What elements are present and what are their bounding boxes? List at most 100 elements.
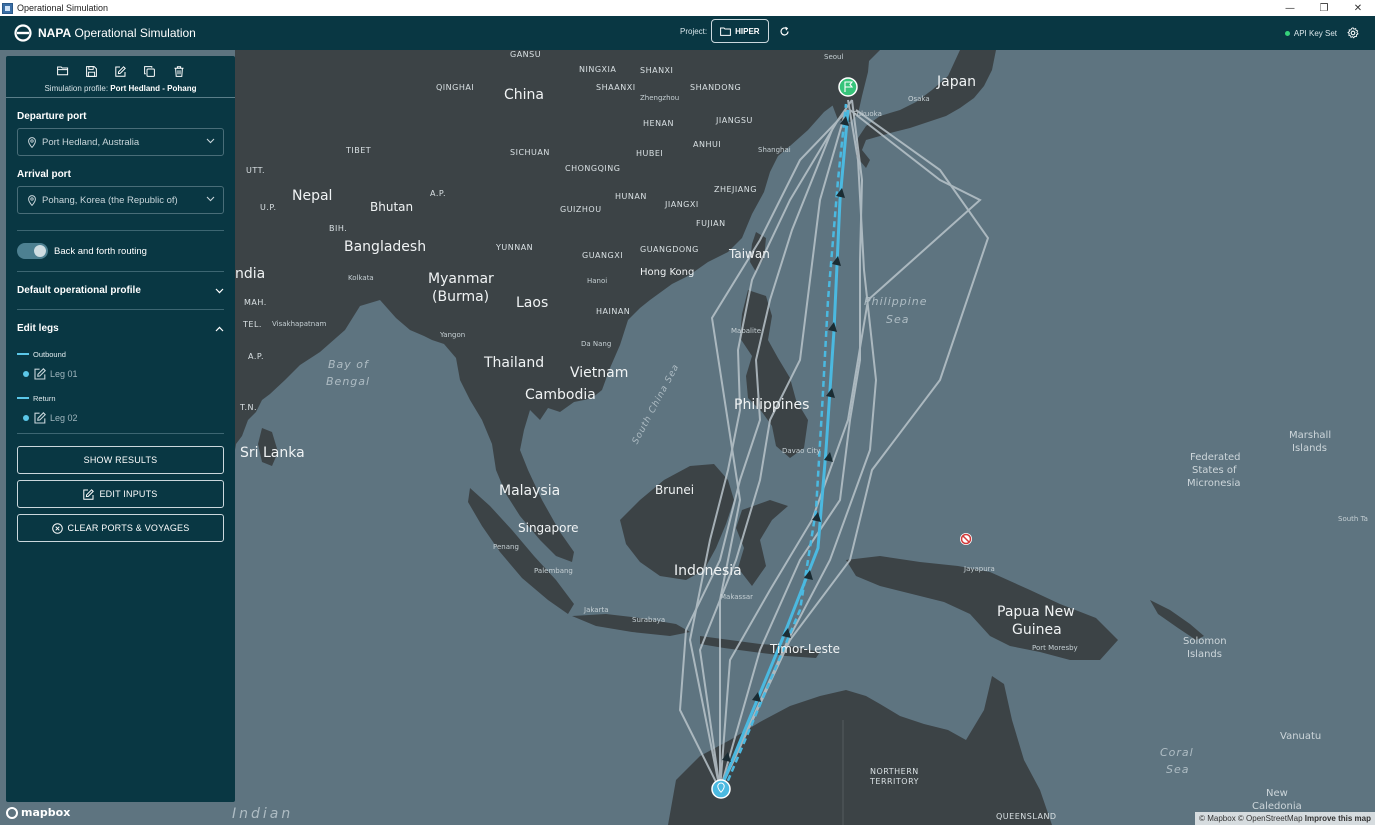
project-button[interactable]: HIPER — [711, 19, 769, 43]
trash-icon[interactable] — [171, 64, 186, 78]
label-new-caledonia-2: Caledonia — [1252, 801, 1302, 812]
napa-logo-icon — [14, 24, 32, 42]
label-anhui: ANHUI — [693, 140, 722, 149]
return-label: Return — [33, 393, 56, 403]
attribution-text[interactable]: © Mapbox © OpenStreetMap — [1199, 814, 1305, 823]
label-davao: Davao City — [782, 447, 821, 455]
label-northern-territory-1: NORTHERN — [870, 767, 919, 776]
label-kolkata: Kolkata — [348, 274, 374, 282]
edit-icon[interactable] — [34, 412, 46, 424]
edit-inputs-label: EDIT INPUTS — [99, 489, 158, 499]
label-fukuoka: Fukuoka — [853, 110, 882, 118]
simulation-profile: Simulation profile: Port Hedland - Pohan… — [6, 84, 235, 97]
label-guangxi: GUANGXI — [582, 251, 624, 260]
label-shaanxi: SHAANXI — [596, 83, 636, 92]
brand-rest: Operational Simulation — [71, 26, 196, 40]
label-bih: BIH. — [329, 224, 348, 233]
label-japan: Japan — [937, 74, 977, 90]
label-guangdong: GUANGDONG — [640, 245, 699, 254]
divider — [6, 97, 235, 98]
label-up: U.P. — [260, 203, 277, 212]
return-legend: Return — [17, 391, 224, 405]
leg-color-dot — [23, 415, 29, 421]
label-guizhou: GUIZHOU — [560, 205, 602, 214]
edit-icon — [83, 488, 95, 500]
maximize-button[interactable]: ❐ — [1307, 0, 1341, 16]
project-value: HIPER — [735, 26, 760, 36]
restricted-area-marker[interactable] — [960, 533, 972, 545]
label-timor-leste: Timor-Leste — [770, 642, 841, 656]
label-coral-sea-2: Sea — [1166, 763, 1190, 776]
label-shanghai: Shanghai — [758, 146, 791, 154]
clear-ports-label: CLEAR PORTS & VOYAGES — [67, 523, 190, 533]
edit-inputs-button[interactable]: EDIT INPUTS — [17, 480, 224, 508]
settings-gear-icon[interactable] — [1347, 27, 1359, 39]
label-coral-sea-1: Coral — [1160, 746, 1194, 759]
minimize-button[interactable]: — — [1273, 0, 1307, 16]
label-sri-lanka: Sri Lanka — [240, 445, 305, 461]
label-new-caledonia-1: New — [1266, 788, 1288, 799]
label-palembang: Palembang — [534, 567, 573, 575]
departure-port-select[interactable]: Port Hedland, Australia — [17, 128, 224, 156]
departure-port-marker[interactable] — [711, 779, 731, 799]
arrival-port-label: Arrival port — [17, 169, 71, 180]
label-jiangsu: JIANGSU — [716, 116, 753, 125]
outbound-label: Outbound — [33, 349, 66, 359]
label-qinghai: QINGHAI — [436, 83, 475, 92]
label-tn: T.N. — [240, 403, 258, 412]
label-china: China — [504, 87, 544, 103]
label-northern-territory-2: TERRITORY — [870, 777, 920, 786]
label-zhengzhou: Zhengzhou — [640, 94, 680, 102]
label-taiwan: Taiwan — [729, 247, 770, 261]
back-and-forth-toggle[interactable] — [17, 243, 48, 259]
label-hunan: HUNAN — [615, 192, 647, 201]
label-jayapura: Jayapura — [964, 565, 995, 573]
simulation-sidebar: Simulation profile: Port Hedland - Pohan… — [6, 56, 235, 802]
label-malaysia: Malaysia — [499, 483, 561, 499]
window-title-bar: Operational Simulation — ❐ ✕ — [0, 0, 1375, 17]
label-hubei: HUBEI — [636, 149, 664, 158]
close-button[interactable]: ✕ — [1341, 0, 1375, 16]
label-gansu: GANSU — [510, 50, 542, 59]
refresh-icon[interactable] — [779, 26, 790, 37]
label-marshall-2: Islands — [1292, 443, 1327, 454]
label-laos: Laos — [516, 295, 549, 311]
arrival-port-marker[interactable] — [838, 77, 858, 97]
label-seoul: Seoul — [824, 53, 844, 61]
window-title: Operational Simulation — [17, 3, 109, 13]
arrival-port-select[interactable]: Pohang, Korea (the Republic of) — [17, 186, 224, 214]
copy-icon[interactable] — [142, 64, 157, 78]
location-pin-icon — [28, 136, 36, 148]
label-indonesia: Indonesia — [674, 563, 742, 579]
close-circle-icon — [51, 522, 63, 534]
label-jakarta: Jakarta — [584, 606, 609, 614]
folder-open-icon[interactable] — [55, 64, 70, 78]
label-hainan: HAINAN — [596, 307, 631, 316]
edit-legs-section[interactable]: Edit legs — [17, 310, 224, 347]
label-india: ndia — [235, 266, 266, 282]
arrival-port-value: Pohang, Korea (the Republic of) — [42, 194, 178, 206]
label-hong-kong: Hong Kong — [640, 267, 695, 278]
back-and-forth-label: Back and forth routing — [54, 245, 147, 257]
show-results-button[interactable]: SHOW RESULTS — [17, 446, 224, 474]
mapbox-logo[interactable]: mapbox — [6, 806, 70, 819]
label-bay-of-bengal-2: Bengal — [326, 375, 371, 388]
leg-02-row[interactable]: Leg 02 — [23, 407, 224, 429]
label-png-1: Papua New — [997, 604, 1075, 620]
label-surabaya: Surabaya — [632, 616, 666, 624]
improve-map-link[interactable]: Improve this map — [1305, 814, 1371, 823]
leg-01-row[interactable]: Leg 01 — [23, 363, 224, 385]
default-profile-section[interactable]: Default operational profile — [17, 272, 224, 309]
edit-icon[interactable] — [113, 64, 128, 78]
label-ap-2: A.P. — [248, 352, 264, 361]
outbound-legend: Outbound — [17, 347, 224, 361]
mapbox-logo-text: mapbox — [21, 806, 71, 819]
label-indian-ocean: Indian — [232, 806, 294, 822]
edit-icon[interactable] — [34, 368, 46, 380]
label-port-moresby: Port Moresby — [1032, 644, 1078, 652]
label-south-tarawa: South Ta — [1338, 515, 1368, 523]
clear-ports-button[interactable]: CLEAR PORTS & VOYAGES — [17, 514, 224, 542]
save-icon[interactable] — [84, 64, 99, 78]
label-queensland: QUEENSLAND — [996, 812, 1057, 821]
label-visakhapatnam: Visakhapatnam — [272, 320, 327, 328]
